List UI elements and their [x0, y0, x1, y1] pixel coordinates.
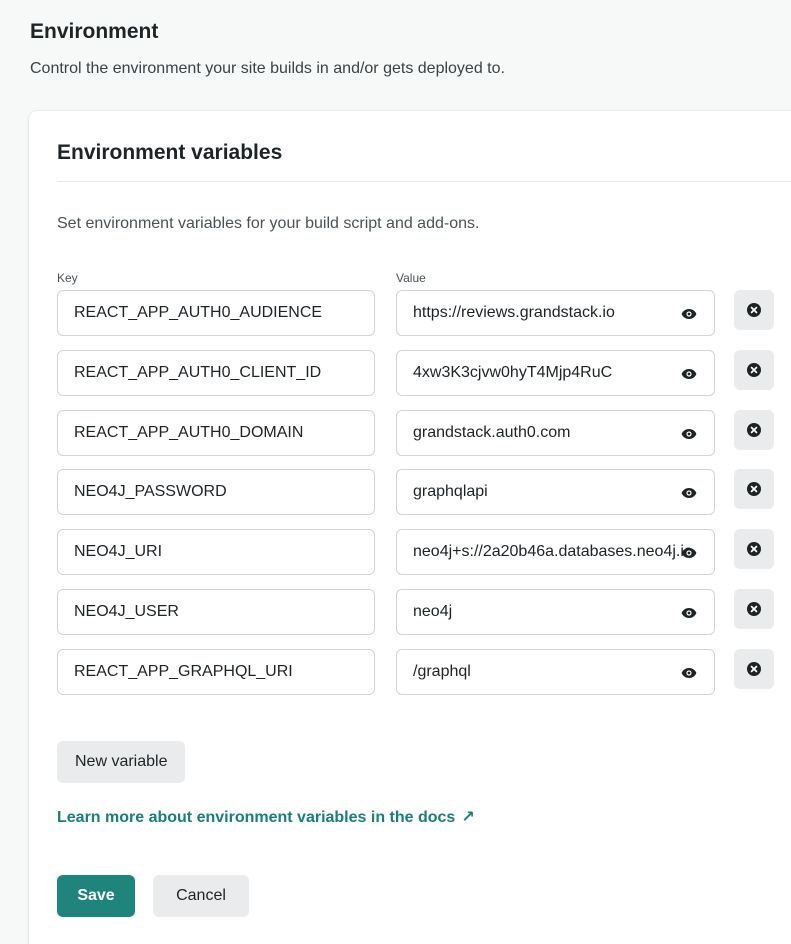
key-input[interactable]: REACT_APP_GRAPHQL_URI	[57, 649, 375, 695]
close-circle-icon	[747, 303, 761, 317]
close-circle-icon	[747, 363, 761, 377]
key-input[interactable]: REACT_APP_AUTH0_CLIENT_ID	[57, 350, 375, 396]
value-text: https://reviews.grandstack.io	[413, 304, 615, 321]
save-button[interactable]: Save	[57, 875, 135, 917]
variable-row: REACT_APP_AUTH0_DOMAIN grandstack.auth0.…	[57, 410, 777, 456]
eye-icon[interactable]	[678, 482, 700, 504]
eye-icon[interactable]	[678, 542, 700, 564]
remove-variable-button[interactable]	[734, 529, 774, 569]
new-variable-button[interactable]: New variable	[57, 741, 186, 783]
close-circle-icon	[747, 423, 761, 437]
remove-variable-button[interactable]	[734, 350, 774, 390]
value-text: graphqlapi	[413, 483, 488, 500]
section-description: Control the environment your site builds…	[30, 60, 505, 77]
remove-variable-button[interactable]	[734, 469, 774, 509]
variable-row: REACT_APP_AUTH0_CLIENT_ID 4xw3K3cjvw0hyT…	[57, 350, 777, 396]
variable-row: NEO4J_USER neo4j	[57, 589, 777, 635]
key-input[interactable]: REACT_APP_AUTH0_DOMAIN	[57, 410, 375, 456]
close-circle-icon	[747, 542, 761, 556]
key-input[interactable]: NEO4J_URI	[57, 529, 375, 575]
variable-row: NEO4J_URI neo4j+s://2a20b46a.databases.n…	[57, 529, 777, 575]
remove-variable-button[interactable]	[734, 589, 774, 629]
eye-icon[interactable]	[678, 662, 700, 684]
remove-variable-button[interactable]	[734, 290, 774, 330]
value-text: neo4j	[413, 603, 453, 620]
close-circle-icon	[747, 602, 761, 616]
eye-icon[interactable]	[678, 303, 700, 325]
variable-row: NEO4J_PASSWORD graphqlapi	[57, 469, 777, 515]
value-input[interactable]: neo4j	[396, 589, 715, 635]
card-divider	[57, 181, 791, 182]
eye-icon[interactable]	[678, 423, 700, 445]
card-title: Environment variables	[57, 141, 283, 164]
environment-variables-card: Environment variables Set environment va…	[29, 111, 791, 944]
value-input[interactable]: neo4j+s://2a20b46a.databases.neo4j.io	[396, 529, 715, 575]
value-column-label: Value	[396, 271, 426, 285]
eye-icon[interactable]	[678, 602, 700, 624]
key-input[interactable]: REACT_APP_AUTH0_AUDIENCE	[57, 290, 375, 336]
docs-link[interactable]: Learn more about environment variables i…	[57, 807, 475, 827]
docs-link-text: Learn more about environment variables i…	[57, 809, 456, 826]
close-circle-icon	[747, 662, 761, 676]
card-description: Set environment variables for your build…	[57, 215, 480, 232]
value-text: 4xw3K3cjvw0hyT4Mjp4RuC	[413, 364, 613, 381]
close-circle-icon	[747, 482, 761, 496]
value-input[interactable]: grandstack.auth0.com	[396, 410, 715, 456]
cancel-button[interactable]: Cancel	[153, 875, 249, 917]
value-text: grandstack.auth0.com	[413, 424, 571, 441]
key-input[interactable]: NEO4J_USER	[57, 589, 375, 635]
value-input[interactable]: /graphql	[396, 649, 715, 695]
value-text: /graphql	[413, 663, 471, 680]
remove-variable-button[interactable]	[734, 649, 774, 689]
variable-row: REACT_APP_GRAPHQL_URI /graphql	[57, 649, 777, 695]
section-title: Environment	[30, 20, 159, 43]
key-input[interactable]: NEO4J_PASSWORD	[57, 469, 375, 515]
remove-variable-button[interactable]	[734, 410, 774, 450]
value-text: neo4j+s://2a20b46a.databases.neo4j.io	[413, 543, 693, 560]
value-input[interactable]: 4xw3K3cjvw0hyT4Mjp4RuC	[396, 350, 715, 396]
arrow-up-right-icon: ↗	[461, 809, 475, 826]
key-column-label: Key	[57, 271, 78, 285]
value-input[interactable]: https://reviews.grandstack.io	[396, 290, 715, 336]
eye-icon[interactable]	[678, 363, 700, 385]
value-input[interactable]: graphqlapi	[396, 469, 715, 515]
variable-row: REACT_APP_AUTH0_AUDIENCE https://reviews…	[57, 290, 777, 336]
